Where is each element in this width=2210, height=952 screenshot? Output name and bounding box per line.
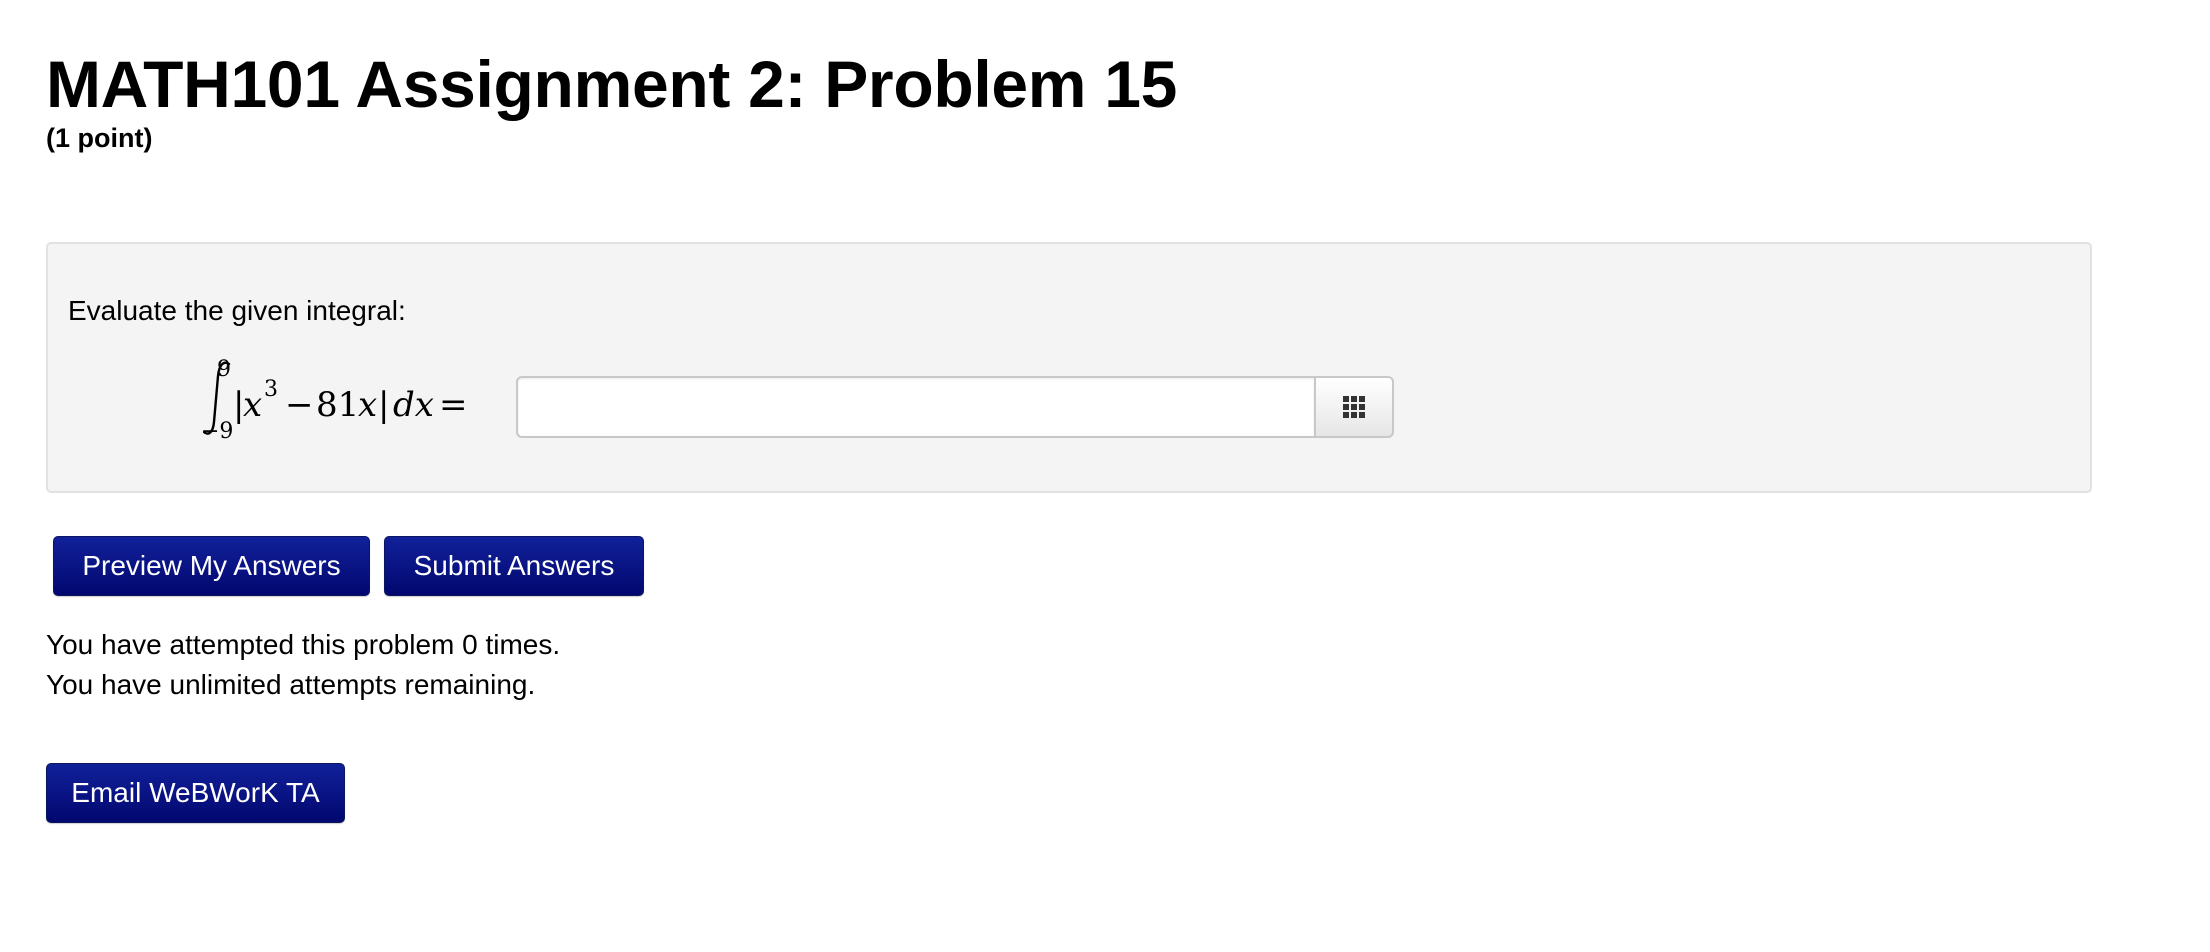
email-ta-button[interactable]: Email WeBWorK TA — [46, 763, 345, 823]
point-value: (1 point) — [46, 123, 153, 153]
integral-expression: 9 −9 | x 3 − 81 x | dx = — [203, 352, 563, 442]
problem-page: MATH101 Assignment 2: Problem 15 (1 poin… — [0, 0, 2210, 952]
answer-field-group — [516, 376, 1396, 438]
integral-formula: 9 −9 | x 3 − 81 x | dx = — [203, 357, 468, 442]
page-title: MATH101 Assignment 2: Problem 15 — [46, 47, 1178, 121]
svg-text:=: = — [439, 385, 468, 425]
svg-text:|: | — [378, 385, 389, 425]
integral-upper-limit: 9 — [217, 357, 231, 382]
remaining-attempts-text: You have unlimited attempts remaining. — [46, 669, 536, 700]
svg-text:dx: dx — [393, 385, 434, 425]
integral-lower-limit: −9 — [203, 419, 233, 442]
preview-answers-button[interactable]: Preview My Answers — [53, 536, 370, 596]
attempts-text: You have attempted this problem 0 times. — [46, 629, 561, 660]
svg-text:x: x — [243, 385, 262, 425]
equation-editor-button[interactable] — [1314, 376, 1394, 438]
coefficient: 81 — [316, 385, 359, 425]
svg-text:x: x — [358, 385, 377, 425]
answer-input[interactable] — [516, 376, 1314, 438]
problem-body: Evaluate the given integral: 9 −9 | x 3 … — [46, 242, 2092, 493]
problem-prompt: Evaluate the given integral: — [68, 295, 406, 326]
exponent: 3 — [264, 377, 278, 402]
submit-answers-button[interactable]: Submit Answers — [384, 536, 644, 596]
grid-icon — [1343, 396, 1365, 418]
svg-text:−: − — [285, 385, 314, 425]
